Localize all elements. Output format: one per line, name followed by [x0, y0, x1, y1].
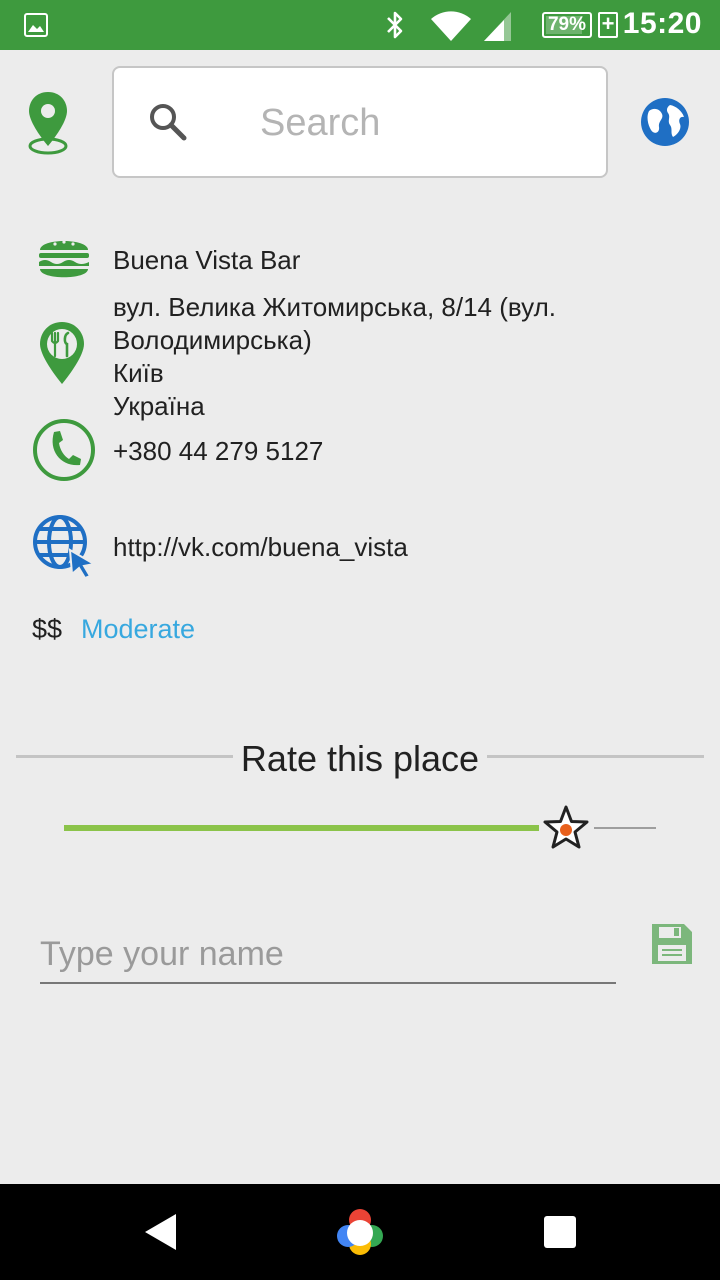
search-box[interactable]	[112, 66, 608, 178]
status-time: 15:20	[622, 7, 702, 40]
rating-slider-track-empty[interactable]	[594, 827, 656, 829]
phone-number[interactable]: +380 44 279 5127	[113, 436, 323, 467]
rate-title: Rate this place	[0, 738, 720, 780]
search-icon	[150, 104, 187, 141]
website-link[interactable]: http://vk.com/buena_vista	[113, 532, 408, 563]
address-line: Володимирська)	[113, 325, 312, 355]
price-level: Moderate	[81, 614, 196, 644]
place-name: Buena Vista Bar	[113, 245, 301, 275]
burger-icon	[39, 240, 89, 278]
address-block: вул. Велика Житомирська, 8/14 (вул. Воло…	[113, 291, 673, 423]
rating-slider-thumb-star-icon[interactable]	[542, 804, 590, 852]
battery-percent: 79%	[547, 14, 587, 35]
website-icon[interactable]	[32, 514, 96, 578]
rate-title-text: Rate this place	[232, 738, 488, 779]
address-country: Україна	[113, 391, 205, 421]
name-input[interactable]	[40, 926, 616, 984]
phone-icon[interactable]	[32, 418, 96, 482]
bluetooth-icon	[387, 11, 403, 39]
search-input[interactable]	[258, 96, 592, 150]
restaurant-pin-icon	[40, 322, 84, 384]
image-icon	[24, 13, 48, 37]
price-symbol: $$	[32, 614, 63, 644]
charging-plus-icon: +	[598, 12, 618, 38]
status-bar: 79% + 15:20	[0, 0, 720, 50]
rating-slider-track-filled[interactable]	[64, 825, 539, 831]
battery-icon: 79%	[542, 12, 592, 38]
address-city: Київ	[113, 358, 164, 388]
save-icon[interactable]	[650, 922, 694, 966]
wifi-icon	[431, 11, 471, 42]
signal-icon	[484, 12, 511, 41]
home-icon[interactable]	[332, 1206, 388, 1258]
back-icon[interactable]	[142, 1212, 178, 1252]
location-pin-icon[interactable]	[26, 90, 70, 156]
recents-icon[interactable]	[544, 1216, 576, 1248]
address-line: вул. Велика Житомирська, 8/14 (вул.	[113, 292, 556, 322]
globe-icon[interactable]	[640, 97, 690, 147]
